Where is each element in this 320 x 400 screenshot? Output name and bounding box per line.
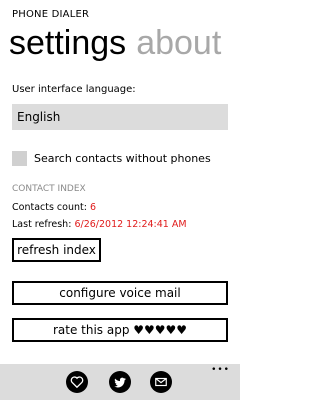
contacts-count-label: Contacts count: (12, 202, 87, 213)
language-select[interactable]: English (12, 104, 228, 130)
app-title: PHONE DIALER (12, 9, 90, 20)
last-refresh-label: Last refresh: (12, 219, 72, 230)
more-options-icon[interactable]: ••• (211, 366, 230, 375)
twitter-icon[interactable] (109, 371, 131, 393)
configure-voicemail-button[interactable]: configure voice mail (12, 281, 228, 305)
search-contacts-option[interactable]: Search contacts without phones (12, 151, 211, 166)
heart-icon[interactable] (66, 371, 88, 393)
mail-icon[interactable] (150, 371, 172, 393)
language-label: User interface language: (12, 84, 136, 95)
contacts-count-line: Contacts count: 6 (12, 202, 96, 213)
last-refresh-line: Last refresh: 6/26/2012 12:24:41 AM (12, 219, 187, 230)
rate-app-button[interactable]: rate this app ♥♥♥♥♥ (12, 318, 228, 342)
pivot-about[interactable]: about (136, 26, 221, 60)
pivot-settings[interactable]: settings (9, 26, 126, 60)
search-contacts-checkbox[interactable] (12, 151, 27, 166)
app-bar: ••• (0, 364, 240, 400)
search-contacts-label: Search contacts without phones (34, 152, 211, 165)
contact-index-header: CONTACT INDEX (12, 184, 86, 194)
contacts-count-value: 6 (89, 202, 97, 213)
last-refresh-value: 6/26/2012 12:24:41 AM (74, 219, 187, 230)
pivot-headers: settings about (9, 26, 231, 60)
refresh-index-button[interactable]: refresh index (12, 238, 101, 262)
